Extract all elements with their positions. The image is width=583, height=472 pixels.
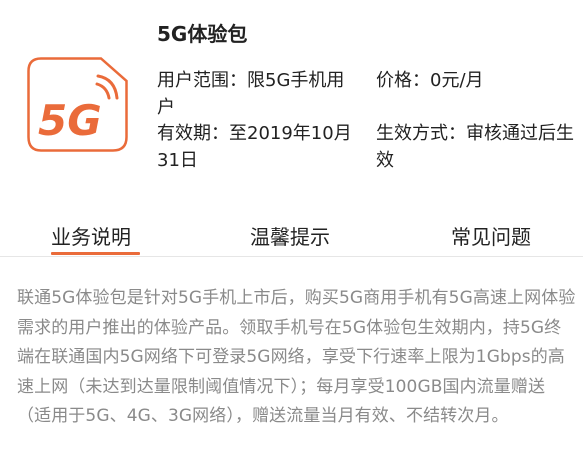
tab-business-description[interactable]: 业务说明 (51, 224, 131, 250)
price: 价格：0元/月 (376, 70, 484, 91)
5g-signal-card-icon: 5G (27, 57, 128, 152)
user-scope: 用户范围：限5G手机用户 (157, 70, 345, 118)
tab-faq[interactable]: 常见问题 (451, 224, 531, 250)
tab-bar: 业务说明 温馨提示 常见问题 (0, 218, 583, 256)
validity-period: 有效期：至2019年10月31日 (157, 123, 352, 171)
product-card: 5G 5G体验包 用户范围：限5G手机用户 价格：0元/月 有效期：至2019年… (0, 0, 583, 205)
divider (0, 256, 583, 257)
logo-text: 5G (38, 96, 102, 145)
product-title: 5G体验包 (157, 22, 248, 46)
active-tab-indicator (51, 252, 140, 255)
business-description-text: 联通5G体验包是针对5G手机上市后，购买5G商用手机有5G高速上网体验需求的用户… (17, 288, 576, 426)
activation-method: 生效方式：审核通过后生效 (376, 123, 574, 171)
tab-tips[interactable]: 温馨提示 (250, 224, 330, 250)
